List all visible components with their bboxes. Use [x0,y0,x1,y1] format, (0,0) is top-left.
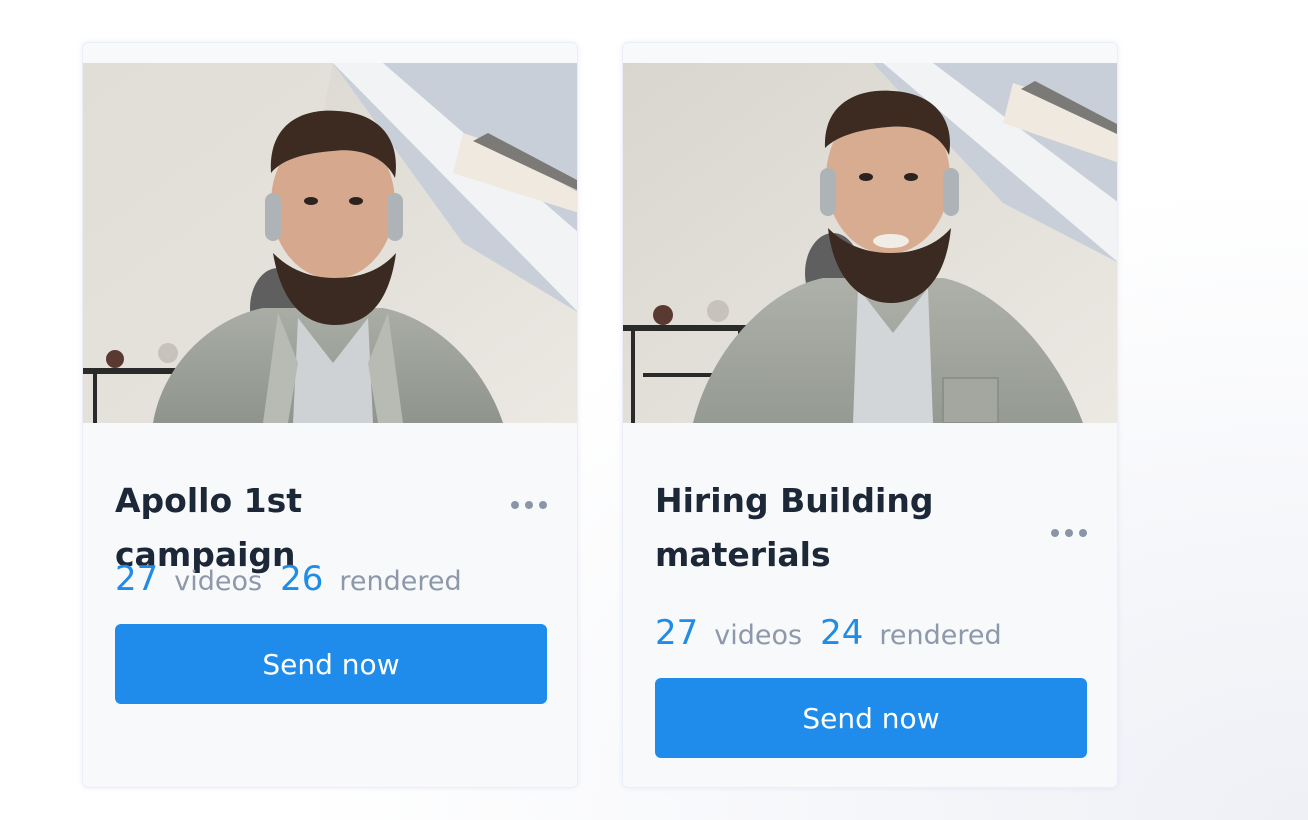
campaign-title: Hiring Building materials [655,481,934,574]
videos-count: 27 [655,613,699,653]
dot [511,501,519,509]
rendered-count: 26 [280,559,324,599]
dot [1065,529,1073,537]
video-thumbnail[interactable] [623,63,1117,423]
campaign-card[interactable]: Apollo 1st campaign 27 videos 26 rendere… [82,42,578,788]
dot [539,501,547,509]
video-thumbnail-image [623,63,1117,423]
campaign-stats: 27 videos 26 rendered [115,559,480,603]
campaign-stats: 27 videos 24 rendered [655,613,1020,657]
videos-label: videos [714,620,803,651]
rendered-count: 24 [820,613,864,653]
dot [525,501,533,509]
more-horizontal-icon[interactable] [1051,526,1087,540]
videos-count: 27 [115,559,159,599]
more-horizontal-icon[interactable] [511,498,547,512]
videos-label: videos [174,566,263,597]
dot [1079,529,1087,537]
dot [1051,529,1059,537]
rendered-label: rendered [879,620,1002,651]
video-thumbnail[interactable] [83,63,577,423]
send-now-button[interactable]: Send now [655,678,1087,758]
send-now-button[interactable]: Send now [115,624,547,704]
video-thumbnail-image [83,63,577,423]
campaign-card[interactable]: Hiring Building materials 27 videos 24 r… [622,42,1118,788]
rendered-label: rendered [339,566,462,597]
